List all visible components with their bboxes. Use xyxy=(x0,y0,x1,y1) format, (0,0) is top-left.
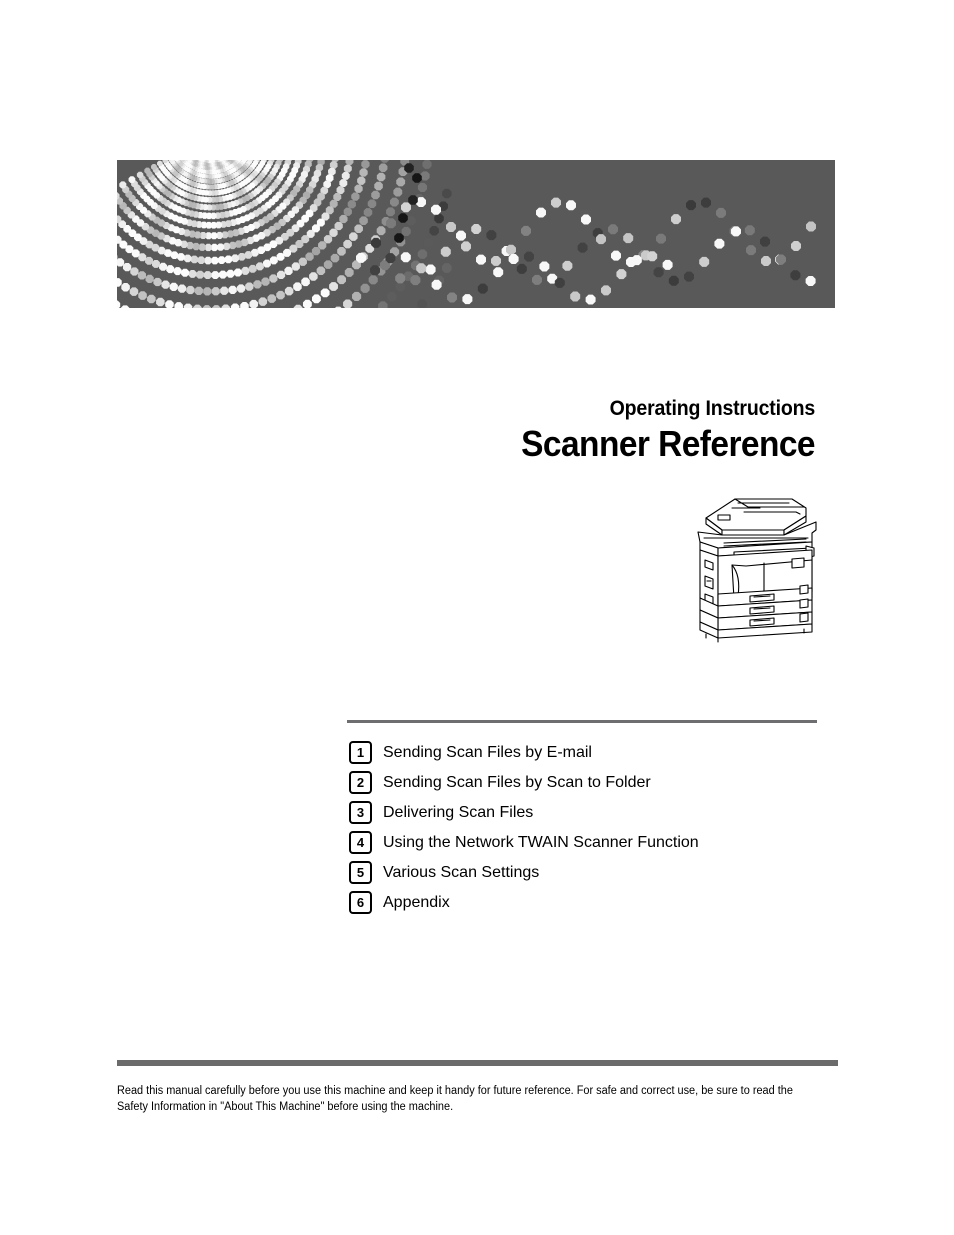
chapter-label: Delivering Scan Files xyxy=(383,803,534,821)
chapter-number-badge: 2 xyxy=(349,770,372,794)
chapter-row[interactable]: 5 Various Scan Settings xyxy=(349,857,819,887)
chapter-number-badge: 5 xyxy=(349,860,372,884)
chapter-label: Appendix xyxy=(383,893,450,911)
chapter-row[interactable]: 1 Sending Scan Files by E-mail xyxy=(349,737,819,767)
chapter-label: Using the Network TWAIN Scanner Function xyxy=(383,833,699,851)
chapter-number-badge: 3 xyxy=(349,800,372,824)
chapter-label: Sending Scan Files by Scan to Folder xyxy=(383,773,651,791)
chapter-row[interactable]: 2 Sending Scan Files by Scan to Folder xyxy=(349,767,819,797)
chapter-list: 1 Sending Scan Files by E-mail 2 Sending… xyxy=(349,737,819,917)
machine-illustration xyxy=(688,486,824,644)
copier-icon xyxy=(697,498,817,643)
chapter-row[interactable]: 3 Delivering Scan Files xyxy=(349,797,819,827)
footer-notice: Read this manual carefully before you us… xyxy=(117,1085,793,1113)
chapter-row[interactable]: 4 Using the Network TWAIN Scanner Functi… xyxy=(349,827,819,857)
footer-divider xyxy=(117,1060,838,1066)
chapter-list-divider xyxy=(347,720,817,723)
banner-dot-pattern xyxy=(117,160,835,308)
chapter-number-badge: 1 xyxy=(349,740,372,764)
page-title: Scanner Reference xyxy=(521,423,815,464)
chapter-row[interactable]: 6 Appendix xyxy=(349,887,819,917)
chapter-label: Various Scan Settings xyxy=(383,863,540,881)
chapter-label: Sending Scan Files by E-mail xyxy=(383,743,592,761)
title-block: Operating Instructions Scanner Reference xyxy=(300,396,815,465)
cover-banner xyxy=(117,160,835,308)
series-label: Operating Instructions xyxy=(609,397,816,420)
chapter-number-badge: 4 xyxy=(349,830,372,854)
chapter-number-badge: 6 xyxy=(349,890,372,914)
